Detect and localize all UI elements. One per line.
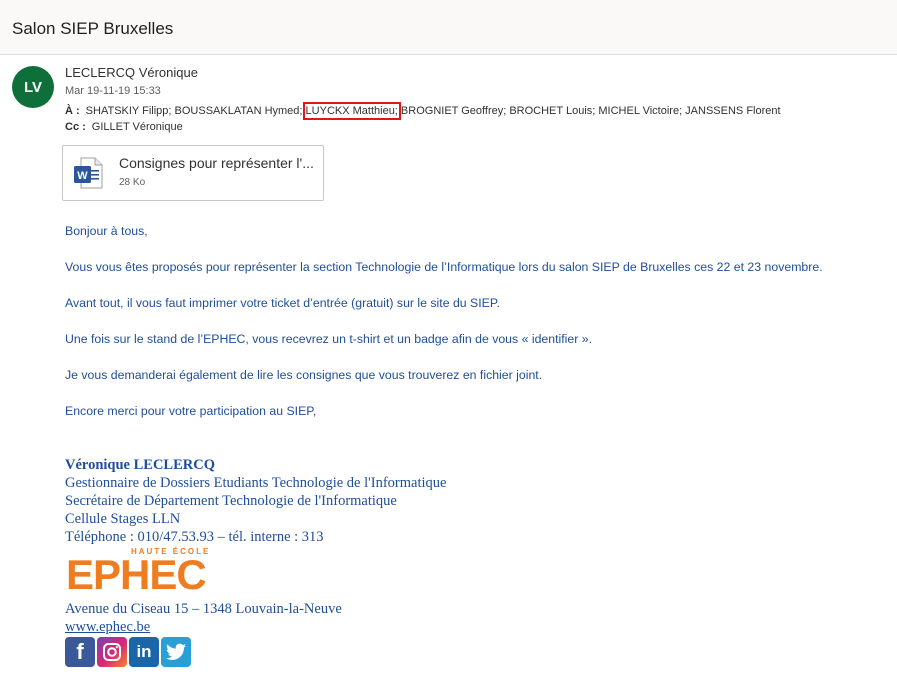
attachment-size: 28 Ko: [119, 177, 146, 188]
subject-header: Salon SIEP Bruxelles: [0, 0, 897, 55]
attachment-name: Consignes pour représenter l'...: [119, 155, 314, 171]
signature-line: Cellule Stages LLN: [65, 511, 181, 527]
email-subject: Salon SIEP Bruxelles: [12, 19, 174, 38]
to-label: À :: [65, 105, 80, 117]
twitter-bird-icon: [166, 643, 186, 660]
cc-recipients: Cc : GILLET Véronique: [65, 121, 183, 133]
highlighted-recipient[interactable]: LUYCKX Matthieu;: [302, 102, 401, 120]
body-greeting: Bonjour à tous,: [65, 224, 148, 238]
body-paragraph: Une fois sur le stand de l’EPHEC, vous r…: [65, 332, 592, 346]
instagram-glyph-icon: [103, 643, 121, 661]
twitter-icon[interactable]: [161, 637, 191, 667]
linkedin-icon[interactable]: in: [129, 637, 159, 667]
sender-avatar[interactable]: LV: [12, 66, 54, 108]
cc-label: Cc :: [65, 121, 86, 133]
ephec-logo: EPHEC: [66, 551, 207, 598]
signature-line: Gestionnaire de Dossiers Etudiants Techn…: [65, 475, 447, 491]
cc-recipient[interactable]: GILLET Véronique: [92, 121, 183, 133]
attachment-card[interactable]: W Consignes pour représenter l'... 28 Ko: [62, 145, 324, 201]
signature-name: Véronique LECLERCQ: [65, 457, 215, 473]
email-date: Mar 19-11-19 15:33: [65, 85, 161, 97]
body-paragraph: Je vous demanderai également de lire les…: [65, 368, 543, 382]
body-paragraph: Vous vous êtes proposés pour représenter…: [65, 260, 823, 274]
svg-text:W: W: [77, 170, 88, 182]
signature-address: Avenue du Ciseau 15 – 1348 Louvain-la-Ne…: [65, 601, 342, 617]
to-recipients-after[interactable]: BROGNIET Geoffrey; BROCHET Louis; MICHEL…: [398, 105, 781, 117]
sender-name[interactable]: LECLERCQ Véronique: [65, 65, 198, 80]
signature-line: Secrétaire de Département Technologie de…: [65, 493, 397, 509]
website-link[interactable]: www.ephec.be: [65, 619, 150, 636]
instagram-icon[interactable]: [97, 637, 127, 667]
signature-phone: Téléphone : 010/47.53.93 – tél. interne …: [65, 529, 324, 545]
word-document-icon: W: [74, 157, 103, 189]
to-recipients: À : SHATSKIY Filipp; BOUSSAKLATAN Hymed; …: [65, 102, 781, 120]
body-paragraph: Avant tout, il vous faut imprimer votre …: [65, 296, 500, 310]
facebook-icon[interactable]: f: [65, 637, 95, 667]
to-recipients-before[interactable]: SHATSKIY Filipp; BOUSSAKLATAN Hymed;: [86, 105, 306, 117]
body-closing: Encore merci pour votre participation au…: [65, 404, 317, 418]
